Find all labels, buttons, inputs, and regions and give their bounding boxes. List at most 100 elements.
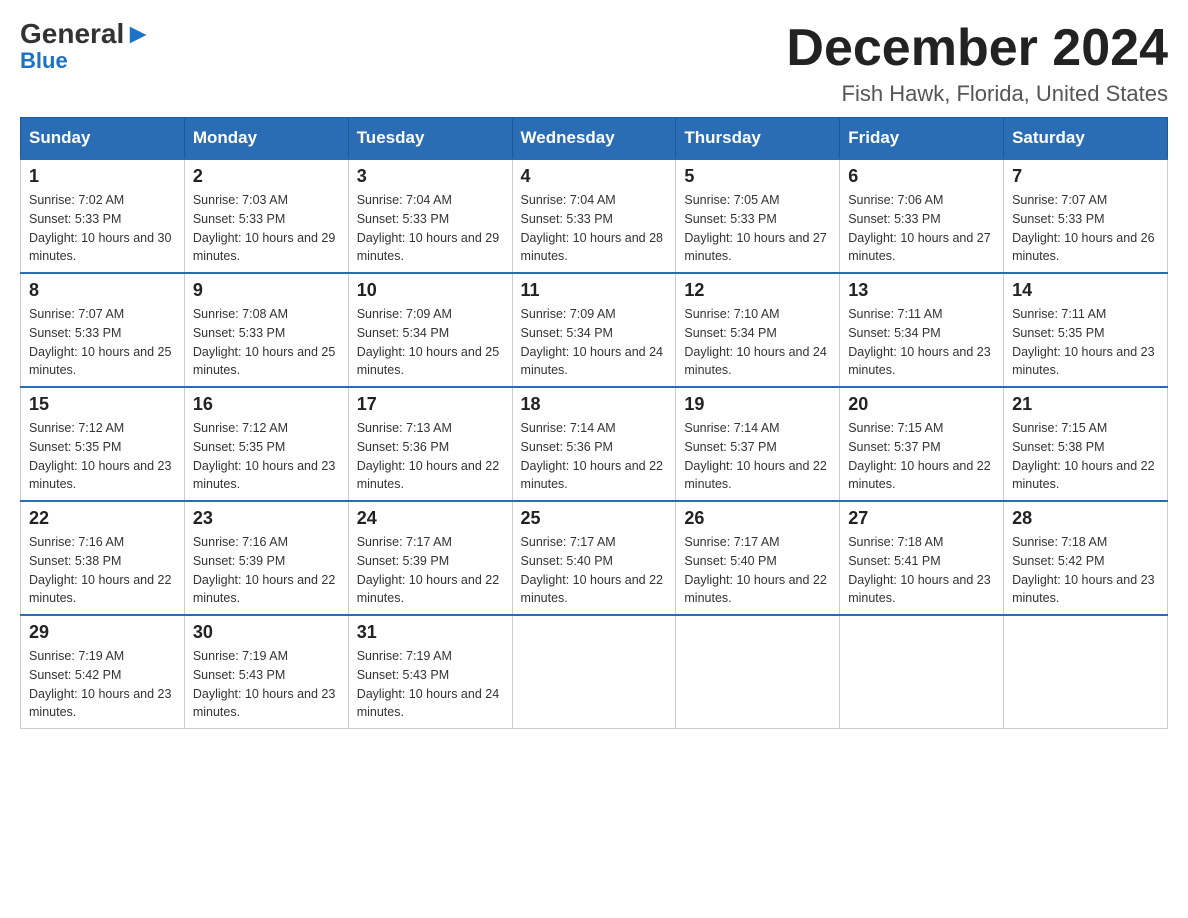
day-info: Sunrise: 7:07 AM Sunset: 5:33 PM Dayligh… <box>29 305 176 380</box>
day-info: Sunrise: 7:12 AM Sunset: 5:35 PM Dayligh… <box>193 419 340 494</box>
day-number: 5 <box>684 166 831 187</box>
day-info: Sunrise: 7:06 AM Sunset: 5:33 PM Dayligh… <box>848 191 995 266</box>
col-thursday: Thursday <box>676 118 840 160</box>
day-info: Sunrise: 7:19 AM Sunset: 5:43 PM Dayligh… <box>357 647 504 722</box>
day-info: Sunrise: 7:16 AM Sunset: 5:38 PM Dayligh… <box>29 533 176 608</box>
calendar-cell: 29 Sunrise: 7:19 AM Sunset: 5:42 PM Dayl… <box>21 615 185 729</box>
day-number: 8 <box>29 280 176 301</box>
day-info: Sunrise: 7:16 AM Sunset: 5:39 PM Dayligh… <box>193 533 340 608</box>
day-info: Sunrise: 7:05 AM Sunset: 5:33 PM Dayligh… <box>684 191 831 266</box>
day-number: 26 <box>684 508 831 529</box>
day-number: 12 <box>684 280 831 301</box>
day-info: Sunrise: 7:18 AM Sunset: 5:42 PM Dayligh… <box>1012 533 1159 608</box>
calendar-cell: 24 Sunrise: 7:17 AM Sunset: 5:39 PM Dayl… <box>348 501 512 615</box>
day-number: 2 <box>193 166 340 187</box>
day-number: 21 <box>1012 394 1159 415</box>
day-info: Sunrise: 7:11 AM Sunset: 5:34 PM Dayligh… <box>848 305 995 380</box>
week-row-2: 8 Sunrise: 7:07 AM Sunset: 5:33 PM Dayli… <box>21 273 1168 387</box>
col-saturday: Saturday <box>1004 118 1168 160</box>
calendar-cell: 12 Sunrise: 7:10 AM Sunset: 5:34 PM Dayl… <box>676 273 840 387</box>
page-header: General► Blue December 2024 Fish Hawk, F… <box>20 20 1168 107</box>
day-info: Sunrise: 7:07 AM Sunset: 5:33 PM Dayligh… <box>1012 191 1159 266</box>
week-row-3: 15 Sunrise: 7:12 AM Sunset: 5:35 PM Dayl… <box>21 387 1168 501</box>
day-info: Sunrise: 7:15 AM Sunset: 5:37 PM Dayligh… <box>848 419 995 494</box>
day-number: 16 <box>193 394 340 415</box>
day-number: 23 <box>193 508 340 529</box>
calendar-cell: 10 Sunrise: 7:09 AM Sunset: 5:34 PM Dayl… <box>348 273 512 387</box>
col-wednesday: Wednesday <box>512 118 676 160</box>
calendar-cell: 21 Sunrise: 7:15 AM Sunset: 5:38 PM Dayl… <box>1004 387 1168 501</box>
day-number: 13 <box>848 280 995 301</box>
calendar-cell: 15 Sunrise: 7:12 AM Sunset: 5:35 PM Dayl… <box>21 387 185 501</box>
day-info: Sunrise: 7:19 AM Sunset: 5:43 PM Dayligh… <box>193 647 340 722</box>
calendar-cell <box>512 615 676 729</box>
calendar-cell <box>1004 615 1168 729</box>
day-info: Sunrise: 7:12 AM Sunset: 5:35 PM Dayligh… <box>29 419 176 494</box>
calendar-cell: 28 Sunrise: 7:18 AM Sunset: 5:42 PM Dayl… <box>1004 501 1168 615</box>
calendar-cell <box>840 615 1004 729</box>
calendar-cell: 30 Sunrise: 7:19 AM Sunset: 5:43 PM Dayl… <box>184 615 348 729</box>
day-number: 17 <box>357 394 504 415</box>
week-row-4: 22 Sunrise: 7:16 AM Sunset: 5:38 PM Dayl… <box>21 501 1168 615</box>
day-info: Sunrise: 7:08 AM Sunset: 5:33 PM Dayligh… <box>193 305 340 380</box>
title-area: December 2024 Fish Hawk, Florida, United… <box>786 20 1168 107</box>
logo: General► Blue <box>20 20 152 74</box>
day-info: Sunrise: 7:17 AM Sunset: 5:39 PM Dayligh… <box>357 533 504 608</box>
calendar-cell: 16 Sunrise: 7:12 AM Sunset: 5:35 PM Dayl… <box>184 387 348 501</box>
week-row-1: 1 Sunrise: 7:02 AM Sunset: 5:33 PM Dayli… <box>21 159 1168 273</box>
day-number: 15 <box>29 394 176 415</box>
day-info: Sunrise: 7:17 AM Sunset: 5:40 PM Dayligh… <box>684 533 831 608</box>
day-info: Sunrise: 7:11 AM Sunset: 5:35 PM Dayligh… <box>1012 305 1159 380</box>
day-info: Sunrise: 7:10 AM Sunset: 5:34 PM Dayligh… <box>684 305 831 380</box>
calendar-cell: 27 Sunrise: 7:18 AM Sunset: 5:41 PM Dayl… <box>840 501 1004 615</box>
day-number: 3 <box>357 166 504 187</box>
day-info: Sunrise: 7:14 AM Sunset: 5:36 PM Dayligh… <box>521 419 668 494</box>
day-info: Sunrise: 7:19 AM Sunset: 5:42 PM Dayligh… <box>29 647 176 722</box>
calendar-cell: 4 Sunrise: 7:04 AM Sunset: 5:33 PM Dayli… <box>512 159 676 273</box>
logo-line2: Blue <box>20 48 68 74</box>
calendar-cell: 17 Sunrise: 7:13 AM Sunset: 5:36 PM Dayl… <box>348 387 512 501</box>
calendar-cell <box>676 615 840 729</box>
calendar-cell: 11 Sunrise: 7:09 AM Sunset: 5:34 PM Dayl… <box>512 273 676 387</box>
calendar-cell: 31 Sunrise: 7:19 AM Sunset: 5:43 PM Dayl… <box>348 615 512 729</box>
calendar-cell: 20 Sunrise: 7:15 AM Sunset: 5:37 PM Dayl… <box>840 387 1004 501</box>
calendar-cell: 6 Sunrise: 7:06 AM Sunset: 5:33 PM Dayli… <box>840 159 1004 273</box>
calendar-cell: 18 Sunrise: 7:14 AM Sunset: 5:36 PM Dayl… <box>512 387 676 501</box>
calendar-cell: 7 Sunrise: 7:07 AM Sunset: 5:33 PM Dayli… <box>1004 159 1168 273</box>
day-info: Sunrise: 7:02 AM Sunset: 5:33 PM Dayligh… <box>29 191 176 266</box>
day-info: Sunrise: 7:04 AM Sunset: 5:33 PM Dayligh… <box>521 191 668 266</box>
day-number: 4 <box>521 166 668 187</box>
calendar-header-row: Sunday Monday Tuesday Wednesday Thursday… <box>21 118 1168 160</box>
calendar-cell: 9 Sunrise: 7:08 AM Sunset: 5:33 PM Dayli… <box>184 273 348 387</box>
day-number: 14 <box>1012 280 1159 301</box>
calendar-cell: 1 Sunrise: 7:02 AM Sunset: 5:33 PM Dayli… <box>21 159 185 273</box>
calendar-cell: 26 Sunrise: 7:17 AM Sunset: 5:40 PM Dayl… <box>676 501 840 615</box>
day-info: Sunrise: 7:17 AM Sunset: 5:40 PM Dayligh… <box>521 533 668 608</box>
day-number: 1 <box>29 166 176 187</box>
day-number: 22 <box>29 508 176 529</box>
calendar-cell: 13 Sunrise: 7:11 AM Sunset: 5:34 PM Dayl… <box>840 273 1004 387</box>
day-info: Sunrise: 7:15 AM Sunset: 5:38 PM Dayligh… <box>1012 419 1159 494</box>
col-tuesday: Tuesday <box>348 118 512 160</box>
col-friday: Friday <box>840 118 1004 160</box>
day-number: 29 <box>29 622 176 643</box>
day-number: 30 <box>193 622 340 643</box>
day-number: 20 <box>848 394 995 415</box>
day-number: 28 <box>1012 508 1159 529</box>
day-info: Sunrise: 7:09 AM Sunset: 5:34 PM Dayligh… <box>521 305 668 380</box>
calendar-cell: 25 Sunrise: 7:17 AM Sunset: 5:40 PM Dayl… <box>512 501 676 615</box>
calendar-cell: 5 Sunrise: 7:05 AM Sunset: 5:33 PM Dayli… <box>676 159 840 273</box>
calendar-cell: 22 Sunrise: 7:16 AM Sunset: 5:38 PM Dayl… <box>21 501 185 615</box>
day-number: 19 <box>684 394 831 415</box>
day-number: 31 <box>357 622 504 643</box>
calendar-cell: 3 Sunrise: 7:04 AM Sunset: 5:33 PM Dayli… <box>348 159 512 273</box>
day-info: Sunrise: 7:18 AM Sunset: 5:41 PM Dayligh… <box>848 533 995 608</box>
day-info: Sunrise: 7:04 AM Sunset: 5:33 PM Dayligh… <box>357 191 504 266</box>
col-sunday: Sunday <box>21 118 185 160</box>
day-number: 18 <box>521 394 668 415</box>
calendar-cell: 2 Sunrise: 7:03 AM Sunset: 5:33 PM Dayli… <box>184 159 348 273</box>
day-info: Sunrise: 7:14 AM Sunset: 5:37 PM Dayligh… <box>684 419 831 494</box>
day-info: Sunrise: 7:03 AM Sunset: 5:33 PM Dayligh… <box>193 191 340 266</box>
day-number: 7 <box>1012 166 1159 187</box>
day-number: 25 <box>521 508 668 529</box>
